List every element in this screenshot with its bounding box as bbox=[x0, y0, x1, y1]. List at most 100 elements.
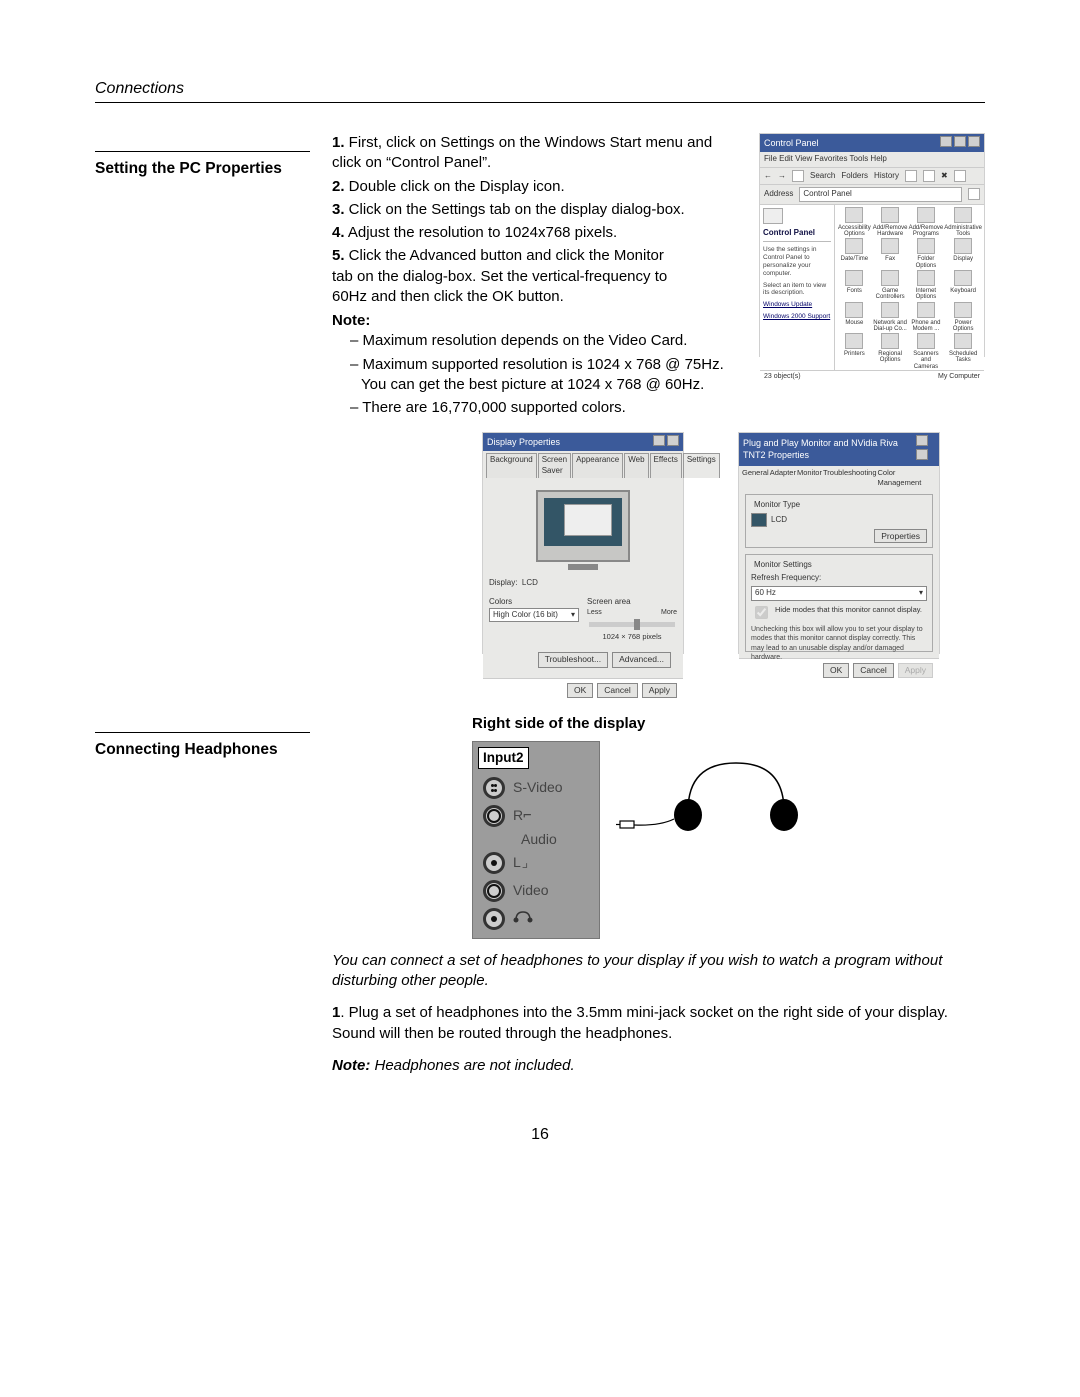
audio-label: Audio bbox=[521, 830, 557, 849]
audio-l-label: L bbox=[513, 854, 521, 870]
cp-applet-icon: Scanners and Cameras bbox=[909, 333, 944, 370]
heading-headphones: Connecting Headphones bbox=[95, 732, 310, 759]
mp-type-label: Monitor Type bbox=[751, 500, 803, 511]
hp-step-text: . Plug a set of headphones into the 3.5m… bbox=[332, 1004, 948, 1041]
section-headphones: Connecting Headphones Right side of the … bbox=[95, 714, 985, 1076]
cp-applet-icon: Folder Options bbox=[909, 238, 944, 269]
figure-display-properties: Display Properties BackgroundScreen Save… bbox=[482, 432, 684, 654]
cp-left-desc: Use the settings in Control Panel to per… bbox=[763, 246, 831, 277]
cp-applet-icon: Display bbox=[944, 238, 982, 269]
cp-applet-icon: Internet Options bbox=[909, 270, 944, 301]
cp-applet-icon: Network and Dial-up Co... bbox=[873, 302, 908, 333]
dp-apply-button: Apply bbox=[642, 683, 677, 698]
input-port-panel: Input2 S-Video R⌐ Audio L⌟ Video bbox=[472, 741, 600, 939]
cp-applet-icon: Fonts bbox=[837, 270, 872, 301]
headphones-subheading: Right side of the display bbox=[472, 714, 985, 734]
dp-colors-value: High Color (16 bit) bbox=[493, 610, 558, 621]
cp-address-label: Address bbox=[764, 189, 793, 200]
svideo-port-icon bbox=[483, 777, 505, 799]
dp-tab: Appearance bbox=[572, 453, 623, 478]
cp-status-left: 23 object(s) bbox=[764, 372, 801, 381]
mp-tab: Monitor bbox=[797, 468, 822, 488]
mp-settings-label: Monitor Settings bbox=[751, 560, 815, 571]
cp-left-select: Select an item to view its description. bbox=[763, 282, 831, 298]
mp-tab: Color Management bbox=[878, 468, 937, 488]
window-buttons bbox=[938, 136, 980, 150]
mp-properties-button: Properties bbox=[874, 529, 927, 543]
hp-note-text: Headphones are not included. bbox=[370, 1057, 574, 1074]
cp-left-title: Control Panel bbox=[763, 228, 831, 238]
cp-applet-icon: Fax bbox=[873, 238, 908, 269]
pc-props-step: 4. Adjust the resolution to 1024x768 pix… bbox=[332, 223, 672, 243]
note-item: There are 16,770,000 supported colors. bbox=[362, 399, 626, 416]
cp-search-label: Search bbox=[810, 171, 835, 182]
dp-colors-label: Colors bbox=[489, 597, 579, 608]
cp-link-windows-update: Windows Update bbox=[763, 301, 831, 309]
page-number: 16 bbox=[95, 1126, 985, 1144]
dp-cancel-button: Cancel bbox=[597, 683, 637, 698]
control-panel-title: Control Panel bbox=[764, 137, 819, 149]
mp-tabs: GeneralAdapterMonitorTroubleshootingColo… bbox=[739, 466, 939, 488]
cp-status-right: My Computer bbox=[938, 372, 980, 381]
headphone-icon bbox=[513, 908, 533, 930]
headphone-port-icon bbox=[483, 908, 505, 930]
mp-tab: General bbox=[742, 468, 769, 488]
dp-troubleshoot-button: Troubleshoot... bbox=[538, 652, 608, 667]
heading-pc-properties: Setting the PC Properties bbox=[95, 151, 310, 178]
hp-note-label: Note: bbox=[332, 1057, 370, 1074]
note-item: Maximum resolution depends on the Video … bbox=[363, 332, 688, 349]
dp-display-value: LCD bbox=[522, 578, 538, 587]
cp-applet-icon: Accessibility Options bbox=[837, 207, 872, 238]
cp-applet-icon: Administrative Tools bbox=[944, 207, 982, 238]
dp-less: Less bbox=[587, 608, 602, 617]
port-caption: Input2 bbox=[478, 747, 529, 769]
dp-tab: Web bbox=[624, 453, 648, 478]
dp-more: More bbox=[661, 608, 677, 617]
cp-address-value: Control Panel bbox=[799, 187, 962, 202]
figure-control-panel: Control Panel File Edit View Favorites T… bbox=[759, 133, 985, 357]
cp-applet-icon: Power Options bbox=[944, 302, 982, 333]
mp-type-value: LCD bbox=[771, 515, 787, 524]
dp-ok-button: OK bbox=[567, 683, 593, 698]
cp-applet-icon: Keyboard bbox=[944, 270, 982, 301]
audio-l-port-icon bbox=[483, 852, 505, 874]
section-pc-properties: Setting the PC Properties Control Panel … bbox=[95, 133, 985, 654]
dp-tab: Screen Saver bbox=[538, 453, 571, 478]
dp-display-label: Display: bbox=[489, 578, 517, 587]
mp-ok-button: OK bbox=[823, 663, 849, 678]
cp-applet-icon: Add/Remove Hardware bbox=[873, 207, 908, 238]
dp-tabs: BackgroundScreen SaverAppearanceWebEffec… bbox=[483, 451, 683, 478]
cp-icon-grid: Accessibility OptionsAdd/Remove Hardware… bbox=[837, 207, 982, 370]
mp-hide-modes-label: Hide modes that this monitor cannot disp… bbox=[775, 605, 922, 615]
cp-applet-icon: Game Controllers bbox=[873, 270, 908, 301]
note-item: Maximum supported resolution is 1024 x 7… bbox=[361, 356, 724, 393]
mp-tab: Troubleshooting bbox=[823, 468, 877, 488]
video-port-icon bbox=[483, 880, 505, 902]
page-header: Connections bbox=[95, 80, 985, 98]
dp-advanced-button: Advanced... bbox=[612, 652, 671, 667]
cp-menubar: File Edit View Favorites Tools Help bbox=[760, 152, 984, 168]
headphones-illustration bbox=[616, 741, 816, 851]
cp-applet-icon: Phone and Modem ... bbox=[909, 302, 944, 333]
cp-history-label: History bbox=[874, 171, 899, 182]
dp-resolution-value: 1024 × 768 pixels bbox=[587, 632, 677, 642]
audio-r-port-icon bbox=[483, 805, 505, 827]
dp-area-label: Screen area bbox=[587, 597, 677, 608]
cp-applet-icon: Add/Remove Programs bbox=[909, 207, 944, 238]
mp-hide-modes-checkbox bbox=[755, 606, 768, 619]
cp-applet-icon: Scheduled Tasks bbox=[944, 333, 982, 370]
video-label: Video bbox=[513, 881, 549, 900]
dp-tab: Effects bbox=[650, 453, 682, 478]
cp-applet-icon: Date/Time bbox=[837, 238, 872, 269]
svideo-label: S-Video bbox=[513, 778, 563, 797]
pc-props-step: 5. Click the Advanced button and click t… bbox=[332, 246, 672, 307]
mp-refresh-value: 60 Hz bbox=[755, 588, 776, 599]
mp-apply-button: Apply bbox=[898, 663, 933, 678]
figure-monitor-properties: Plug and Play Monitor and NVidia Riva TN… bbox=[738, 432, 940, 654]
header-rule bbox=[95, 102, 985, 103]
mp-tab: Adapter bbox=[770, 468, 796, 488]
cp-folders-label: Folders bbox=[841, 171, 868, 182]
cp-applet-icon: Printers bbox=[837, 333, 872, 370]
mp-cancel-button: Cancel bbox=[853, 663, 893, 678]
cp-applet-icon: Regional Options bbox=[873, 333, 908, 370]
